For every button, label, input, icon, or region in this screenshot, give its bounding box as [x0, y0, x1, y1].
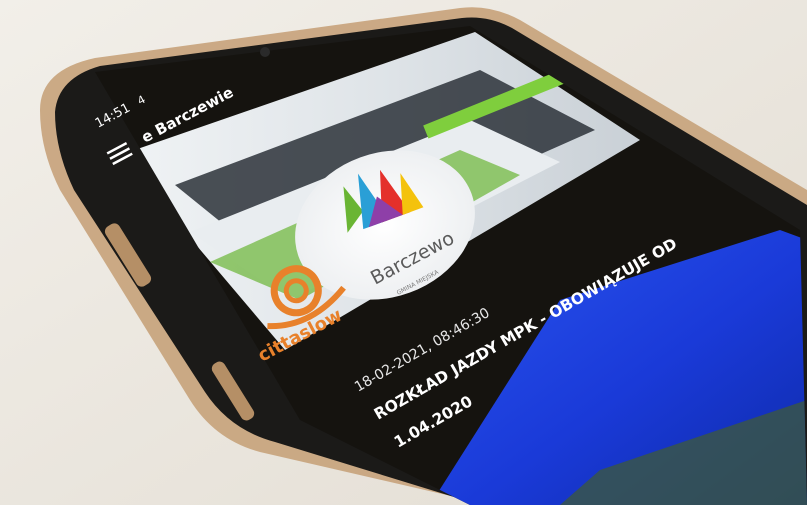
photo-scene: 14:51 4 e Barczewie Barczewo GMINA MIEJS…	[0, 0, 807, 505]
front-camera	[260, 47, 270, 57]
